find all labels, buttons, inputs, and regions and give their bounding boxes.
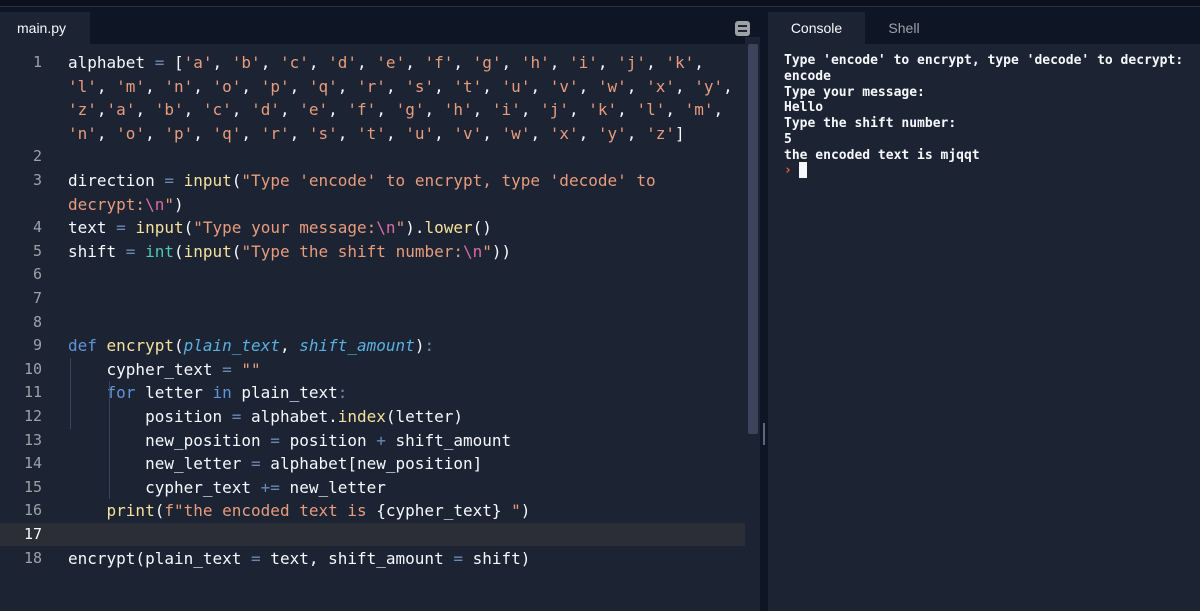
line-number: 15 <box>23 477 42 496</box>
code-text: shift = int(input("Type the shift number… <box>68 241 512 261</box>
code-line[interactable]: 15 cypher_text += new_letter <box>0 476 745 499</box>
pane-divider[interactable] <box>760 7 768 611</box>
code-line[interactable]: decrypt:\n") <box>0 193 745 216</box>
line-number: 14 <box>23 454 42 473</box>
code-line[interactable]: 14 new_letter = alphabet[new_position] <box>0 452 745 475</box>
line-number: 4 <box>32 218 42 237</box>
code-line[interactable]: 2 <box>0 145 745 168</box>
line-number: 10 <box>23 359 42 378</box>
code-text: 'l', 'm', 'n', 'o', 'p', 'q', 'r', 's', … <box>68 76 733 96</box>
code-line[interactable]: 'z','a', 'b', 'c', 'd', 'e', 'f', 'g', '… <box>0 98 745 121</box>
code-line[interactable]: 1 alphabet = ['a', 'b', 'c', 'd', 'e', 'f… <box>0 51 745 74</box>
code-line[interactable]: 4 text = input("Type your message:\n").lo… <box>0 216 745 239</box>
console-prompt-icon: › <box>784 163 792 178</box>
line-number: 7 <box>32 289 42 307</box>
code-line[interactable]: 8 <box>0 311 745 334</box>
code-line[interactable]: 9 def encrypt(plain_text, shift_amount): <box>0 334 745 357</box>
code-text: alphabet = ['a', 'b', 'c', 'd', 'e', 'f'… <box>68 53 704 72</box>
code-line[interactable]: 16 print(f"the encoded text is {cypher_t… <box>0 499 745 522</box>
code-area[interactable]: 1 alphabet = ['a', 'b', 'c', 'd', 'e', 'f… <box>0 44 760 611</box>
line-number: 12 <box>23 407 42 425</box>
console-cursor <box>799 162 807 178</box>
console-output: Type 'encode' to encrypt, type 'decode' … <box>784 53 1184 163</box>
line-number: 9 <box>32 336 42 355</box>
code-text: new_position = position + shift_amount <box>68 430 512 450</box>
code-line[interactable]: 6 <box>0 263 745 286</box>
tab-console[interactable]: Console <box>768 12 865 44</box>
code-text: text = input("Type your message:\n").low… <box>68 218 492 238</box>
line-number: 2 <box>32 147 42 166</box>
line-number: 16 <box>23 501 42 520</box>
code-text: new_letter = alphabet[new_position] <box>68 454 483 474</box>
code-text: print(f"the encoded text is {cypher_text… <box>106 501 531 521</box>
line-number: 11 <box>23 383 42 402</box>
console-pane: Console Shell Type 'encode' to encrypt, … <box>768 7 1200 611</box>
code-line[interactable]: 'l', 'm', 'n', 'o', 'p', 'q', 'r', 's', … <box>0 75 745 98</box>
code-line[interactable]: 3 direction = input("Type 'encode' to enc… <box>0 169 745 192</box>
code-text: 'z','a', 'b', 'c', 'd', 'e', 'f', 'g', '… <box>68 100 724 120</box>
code-text: def encrypt(plain_text, shift_amount): <box>68 336 435 356</box>
code-editor[interactable]: main.py 1 alphabet = ['a', 'b', 'c', 'd',… <box>0 7 760 611</box>
code-line[interactable]: 18 encrypt(plain_text = text, shift_amoun… <box>0 547 745 570</box>
line-number: 17 <box>23 525 42 543</box>
console-output-area[interactable]: Type 'encode' to encrypt, type 'decode' … <box>768 44 1200 611</box>
code-text: position = alphabet.index(letter) <box>68 407 463 426</box>
tab-main-py[interactable]: main.py <box>0 12 90 44</box>
line-number: 1 <box>32 53 42 71</box>
code-line[interactable]: 7 <box>0 287 745 310</box>
code-line[interactable]: 11 for letter in plain_text: <box>0 381 745 404</box>
console-tab-bar-filler <box>943 12 1200 44</box>
indent-guide <box>70 357 71 429</box>
code-text: 'n', 'o', 'p', 'q', 'r', 's', 't', 'u', … <box>68 123 685 143</box>
line-number: 3 <box>32 171 42 189</box>
line-number: 18 <box>23 548 42 567</box>
code-text: decrypt:\n") <box>68 194 184 214</box>
line-number: 13 <box>23 430 42 449</box>
code-line[interactable]: 'n', 'o', 'p', 'q', 'r', 's', 't', 'u', … <box>0 122 745 145</box>
pane-resize-handle[interactable] <box>763 423 765 445</box>
code-line[interactable]: 12 position = alphabet.index(letter) <box>0 405 745 428</box>
code-line[interactable]: 13 new_position = position + shift_amoun… <box>0 429 745 452</box>
code-line[interactable]: 5 shift = int(input("Type the shift numbe… <box>0 240 745 263</box>
editor-scrollbar-thumb[interactable] <box>748 44 758 434</box>
indent-guide <box>109 381 110 500</box>
line-number: 5 <box>32 241 42 260</box>
tab-shell[interactable]: Shell <box>865 12 943 44</box>
editor-tab-bar: main.py <box>0 7 760 44</box>
line-number: 8 <box>32 312 42 331</box>
console-tab-bar: Console Shell <box>768 7 1200 44</box>
code-text: encrypt(plain_text = text, shift_amount … <box>68 548 531 568</box>
panel-menu-icon[interactable] <box>735 21 750 36</box>
code-text: cypher_text = "" <box>68 359 261 379</box>
code-line[interactable]: 17 <box>0 523 745 546</box>
code-text: cypher_text += new_letter <box>68 477 386 497</box>
top-strip <box>0 0 1200 7</box>
code-text: direction = input("Type 'encode' to encr… <box>68 171 656 190</box>
code-line[interactable]: 10 cypher_text = "" <box>0 358 745 381</box>
line-number: 6 <box>32 265 42 284</box>
